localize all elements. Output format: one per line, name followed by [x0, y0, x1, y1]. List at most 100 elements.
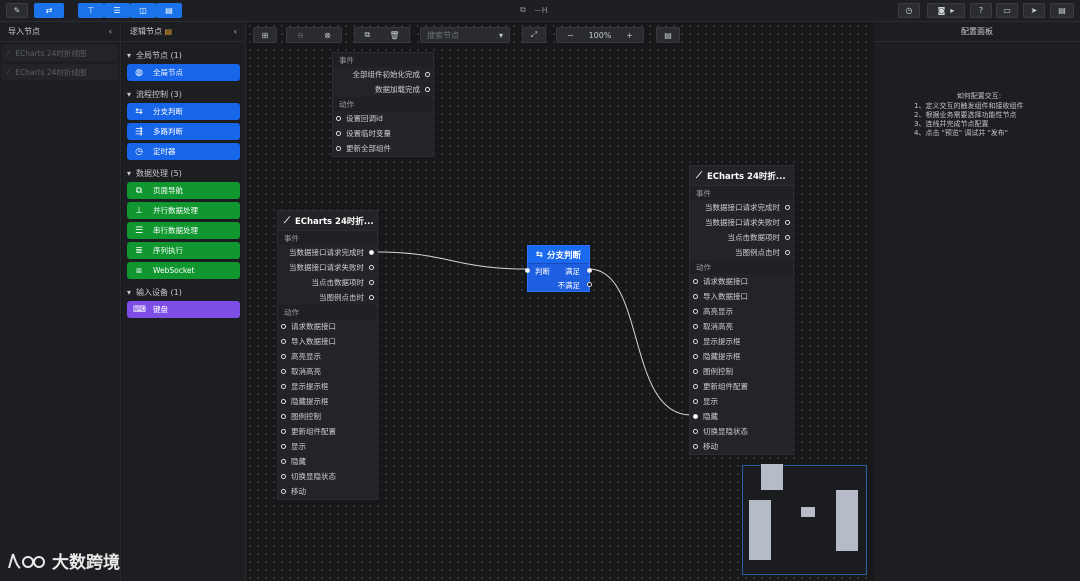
output-port[interactable]	[425, 72, 430, 77]
input-port[interactable]	[693, 444, 698, 449]
cancel-icon[interactable]: ⊖	[297, 31, 304, 40]
output-port[interactable]	[587, 268, 592, 273]
event-port-row[interactable]: 当点击数据项时	[278, 275, 377, 290]
event-port-row[interactable]: 当图例点击时	[278, 290, 377, 305]
action-port-row[interactable]: 显示	[690, 394, 793, 409]
event-port-row[interactable]: 当数据接口请求完成时	[278, 245, 377, 260]
action-port-row[interactable]: 隐藏	[690, 409, 793, 424]
input-port[interactable]	[281, 429, 286, 434]
action-port-row[interactable]: 更新全部组件	[333, 141, 433, 156]
layout-tree-icon[interactable]: ⊤	[78, 3, 104, 18]
collapse-left-icon[interactable]: ‹	[234, 27, 237, 36]
global-node-card[interactable]: 事件 全部组件初始化完成 数据加载完成 动作 设置回调id 设置临时变量 更新全…	[332, 52, 434, 157]
layout-columns-icon[interactable]: ◫	[130, 3, 156, 18]
input-port[interactable]	[281, 369, 286, 374]
node-multiway[interactable]: ⇶ 多路判断	[127, 123, 240, 140]
input-port[interactable]	[336, 131, 341, 136]
copy-icon[interactable]: ⧉	[365, 30, 371, 40]
input-port[interactable]	[281, 324, 286, 329]
action-port-row[interactable]: 设置临时变量	[333, 126, 433, 141]
action-port-row[interactable]: 切换显隐状态	[690, 424, 793, 439]
input-port[interactable]	[281, 414, 286, 419]
help-icon[interactable]: ?	[970, 3, 992, 18]
node-branch[interactable]: ⇆ 分支判断	[127, 103, 240, 120]
event-port-row[interactable]: 当点击数据项时	[690, 230, 793, 245]
echarts-node-right[interactable]: ⟋ ECharts 24时折... 事件 当数据接口请求完成时 当数据接口请求失败…	[689, 165, 794, 455]
action-port-row[interactable]: 导入数据接口	[278, 334, 377, 349]
action-port-row[interactable]: 移动	[690, 439, 793, 454]
category-global[interactable]: ▾ 全局节点 (1)	[122, 46, 245, 64]
input-port[interactable]	[693, 414, 698, 419]
event-port-row[interactable]: 当数据接口请求完成时	[690, 200, 793, 215]
branch-port-row[interactable]: 判断 满足	[525, 264, 592, 278]
send-icon[interactable]: ➤	[1023, 3, 1045, 18]
output-port[interactable]	[785, 220, 790, 225]
preview-button[interactable]: ◙ ▸	[927, 3, 965, 18]
node-websocket[interactable]: ⧈ WebSocket	[127, 262, 240, 279]
close-circle-icon[interactable]: ⊗	[324, 31, 331, 40]
input-port[interactable]	[281, 339, 286, 344]
node-global[interactable]: ◍ 全局节点	[127, 64, 240, 81]
minimap[interactable]	[742, 464, 867, 575]
output-port[interactable]	[369, 295, 374, 300]
action-port-row[interactable]: 设置回调id	[333, 111, 433, 126]
event-port-row[interactable]: 当数据接口请求失败时	[278, 260, 377, 275]
echarts-node-left[interactable]: ⟋ ECharts 24时折... 事件 当数据接口请求完成时 当数据接口请求失败…	[277, 210, 378, 500]
fit-view-icon[interactable]: ⤢	[522, 27, 546, 43]
input-port[interactable]	[693, 279, 698, 284]
event-port-row[interactable]: 数据加载完成	[333, 82, 433, 97]
flow-canvas[interactable]: ⊞ ⊖ ⊗ ⧉ 🗑 搜索节点 ▾ ⤢ − 100% + ▤ 事件 全部组件初始化…	[246, 22, 873, 581]
import-item[interactable]: ⟋ ECharts 24时折线图	[2, 45, 118, 61]
output-port[interactable]	[587, 282, 592, 287]
action-port-row[interactable]: 隐藏提示框	[690, 349, 793, 364]
edit-icon[interactable]: ✎	[6, 3, 28, 18]
input-port[interactable]	[693, 324, 698, 329]
action-port-row[interactable]: 隐藏提示框	[278, 394, 377, 409]
output-port[interactable]	[369, 250, 374, 255]
action-port-row[interactable]: 更新组件配置	[690, 379, 793, 394]
action-port-row[interactable]: 显示提示框	[278, 379, 377, 394]
output-port[interactable]	[785, 235, 790, 240]
input-port[interactable]	[693, 399, 698, 404]
action-port-row[interactable]: 隐藏	[278, 454, 377, 469]
input-port[interactable]	[693, 429, 698, 434]
input-port[interactable]	[693, 339, 698, 344]
node-keyboard[interactable]: ⌨ 键盘	[127, 301, 240, 318]
document-icon[interactable]: ▤	[656, 27, 680, 43]
category-data-processing[interactable]: ▾ 数据处理 (5)	[122, 164, 245, 182]
event-port-row[interactable]: 当数据接口请求失败时	[690, 215, 793, 230]
category-input-device[interactable]: ▾ 输入设备 (1)	[122, 283, 245, 301]
branch-node-card[interactable]: ⇆ 分支判断 判断 满足 不满足	[525, 245, 592, 292]
input-port[interactable]	[281, 489, 286, 494]
input-port[interactable]	[693, 294, 698, 299]
input-port[interactable]	[281, 459, 286, 464]
input-port[interactable]	[336, 116, 341, 121]
input-port[interactable]	[525, 268, 530, 273]
input-port[interactable]	[336, 146, 341, 151]
action-port-row[interactable]: 取消高亮	[278, 364, 377, 379]
input-port[interactable]	[693, 384, 698, 389]
action-port-row[interactable]: 图例控制	[278, 409, 377, 424]
branch-port-row[interactable]: 不满足	[528, 278, 592, 292]
node-timer[interactable]: ◷ 定时器	[127, 143, 240, 160]
clock-icon[interactable]: ◷	[898, 3, 920, 18]
input-port[interactable]	[281, 474, 286, 479]
output-port[interactable]	[369, 265, 374, 270]
output-port[interactable]	[785, 205, 790, 210]
collapse-left-icon[interactable]: ‹	[109, 27, 112, 36]
input-port[interactable]	[693, 369, 698, 374]
monitor-icon[interactable]: ▭	[996, 3, 1018, 18]
layout-list-icon[interactable]: ☰	[104, 3, 130, 18]
action-port-row[interactable]: 导入数据接口	[690, 289, 793, 304]
action-port-row[interactable]: 高亮显示	[690, 304, 793, 319]
node-parallel[interactable]: ⊥ 并行数据处理	[127, 202, 240, 219]
action-port-row[interactable]: 切换显隐状态	[278, 469, 377, 484]
node-sequence[interactable]: ≣ 序列执行	[127, 242, 240, 259]
action-port-row[interactable]: 高亮显示	[278, 349, 377, 364]
message-icon[interactable]: ▤	[1050, 3, 1074, 18]
delete-icon[interactable]: 🗑	[389, 31, 399, 40]
grid-icon[interactable]: ⊞	[253, 27, 277, 43]
node-page-nav[interactable]: ⧉ 页面导航	[127, 182, 240, 199]
category-flow-control[interactable]: ▾ 流程控制 (3)	[122, 85, 245, 103]
output-port[interactable]	[425, 87, 430, 92]
